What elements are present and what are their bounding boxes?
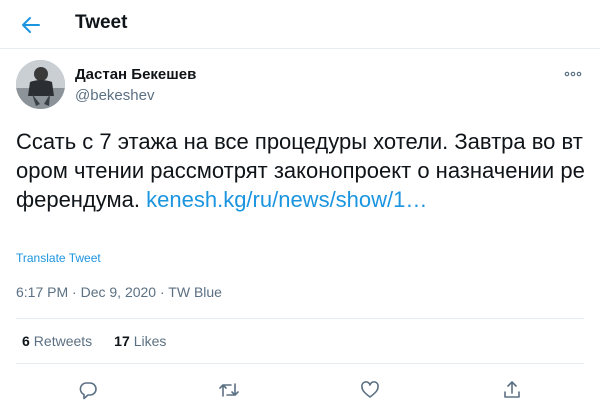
- more-options-button[interactable]: [562, 64, 584, 84]
- reply-icon: [79, 382, 97, 400]
- reply-button[interactable]: [76, 378, 100, 402]
- more-icon: [564, 71, 582, 77]
- translate-tweet-link[interactable]: Translate Tweet: [16, 251, 101, 265]
- tweet-text: Ссать с 7 этажа на все процедуры хотели.…: [16, 127, 586, 214]
- avatar[interactable]: [16, 60, 65, 109]
- likes-stat[interactable]: 17 Likes: [114, 333, 166, 349]
- tweet-link[interactable]: kenesh.kg/ru/news/show/1…: [146, 187, 427, 212]
- retweet-button[interactable]: [217, 378, 241, 402]
- tweet-time[interactable]: 6:17 PM: [16, 284, 68, 300]
- tweet-meta: 6:17 PM · Dec 9, 2020 · TW Blue: [16, 284, 222, 300]
- like-icon: [361, 381, 379, 398]
- likes-label: Likes: [133, 333, 167, 349]
- share-icon: [504, 381, 520, 398]
- tweet-source[interactable]: TW Blue: [168, 284, 222, 300]
- avatar-image: [16, 60, 65, 109]
- retweet-icon: [219, 383, 239, 397]
- retweets-count: 6: [22, 333, 30, 349]
- tweet-date[interactable]: Dec 9, 2020: [81, 284, 157, 300]
- share-button[interactable]: [500, 378, 524, 402]
- back-button[interactable]: [16, 10, 46, 40]
- tweet-page: Tweet Дастан Бекешев @bekeshev Ссать с 7…: [0, 0, 600, 413]
- retweets-stat[interactable]: 6 Retweets: [22, 333, 92, 349]
- page-title: Tweet: [75, 12, 128, 33]
- divider: [16, 318, 584, 319]
- divider: [16, 363, 584, 364]
- likes-count: 17: [114, 333, 130, 349]
- like-button[interactable]: [358, 378, 382, 402]
- header: Tweet: [0, 0, 600, 49]
- action-bar: [0, 374, 600, 406]
- meta-separator: ·: [156, 284, 169, 300]
- tweet-stats: 6 Retweets 17 Likes: [22, 333, 166, 349]
- retweets-label: Retweets: [33, 333, 93, 349]
- author-name[interactable]: Дастан Бекешев: [75, 66, 196, 83]
- author-handle[interactable]: @bekeshev: [75, 87, 154, 104]
- meta-separator: ·: [68, 284, 81, 300]
- arrow-left-icon: [22, 17, 40, 33]
